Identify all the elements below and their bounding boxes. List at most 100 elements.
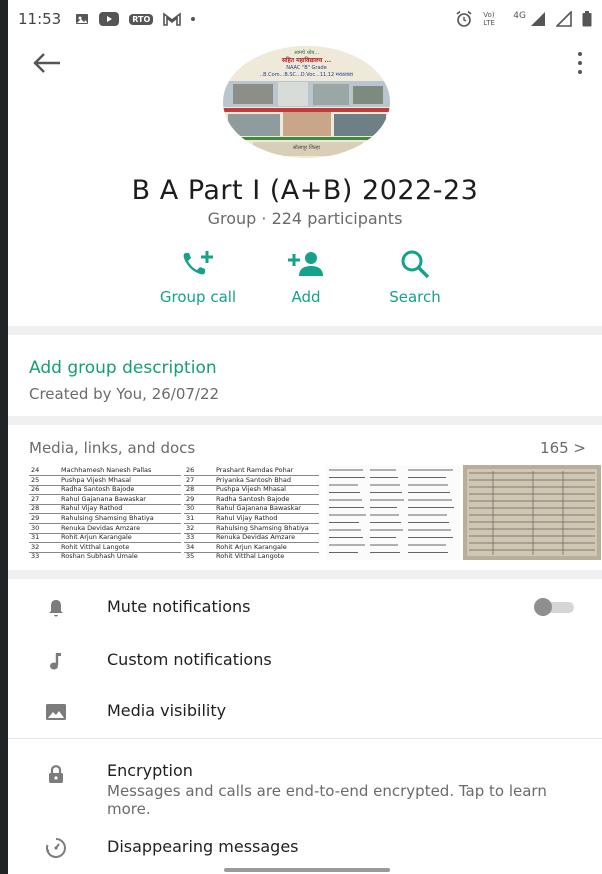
doc-row-number: 29	[186, 494, 195, 503]
add-label: Add	[291, 288, 321, 306]
more-options-icon[interactable]	[574, 50, 586, 76]
media-links-docs-header[interactable]: Media, links, and docs	[29, 439, 195, 457]
doc-row-name: Rahul Gajanana Bawaskar	[61, 494, 146, 503]
signal-icon-2	[556, 11, 572, 27]
media-thumbnail-doc-1[interactable]: 24 Machhamesh Nanesh Pallas 25 Pushpa Vijes…	[29, 465, 181, 560]
custom-notifications-label: Custom notifications	[107, 650, 272, 669]
doc-row-name: Priyanka Santosh Bhad	[216, 475, 291, 484]
avatar-courses: ..B.Com...B.SC...D.Voc...11,12 मराठवाडा	[259, 72, 354, 78]
doc-row-name: Radha Santosh Bajode	[61, 485, 135, 494]
group-participants: Group · 224 participants	[207, 209, 403, 228]
avatar-footer: सोलापूर जिल्हा	[293, 145, 320, 151]
music-note-icon	[50, 653, 61, 670]
handwritten-register-image	[463, 465, 601, 560]
group-call-label: Group call	[159, 288, 237, 306]
lock-icon	[49, 765, 63, 783]
mute-toggle[interactable]	[534, 598, 576, 616]
doc-row-name: Renuka Devidas Amzare	[61, 523, 141, 532]
add-participant-button[interactable]: Add	[251, 248, 361, 306]
doc-table-row: 35 Rohit Vitthal Langote	[184, 551, 319, 560]
doc-row-name: Rahul Gajanana Bawaskar	[216, 504, 301, 513]
signal-icon	[531, 12, 545, 26]
doc-row-number: 32	[186, 523, 195, 532]
image-icon	[46, 704, 66, 720]
disappearing-messages-label: Disappearing messages	[107, 837, 299, 856]
media-thumbnail-photo[interactable]	[463, 465, 601, 560]
encryption-title: Encryption	[107, 761, 193, 780]
toggle-knob	[534, 598, 552, 616]
doc-row-number: 29	[31, 514, 40, 522]
media-count-link[interactable]: 165 >	[540, 439, 586, 457]
created-by-text: Created by You, 26/07/22	[29, 385, 220, 403]
media-visibility-row[interactable]: Media visibility	[8, 692, 602, 732]
search-icon	[401, 250, 430, 279]
doc-row-name: Prashant Ramdas Pohar	[216, 466, 294, 474]
status-bar: 11:53 RTO Vo) LTE 4G	[8, 0, 602, 38]
search-label: Search	[389, 288, 441, 306]
doc-row-number: 30	[31, 523, 40, 532]
group-call-icon	[183, 251, 213, 275]
group-info-screen: 11:53 RTO Vo) LTE 4G आमचे ध्येय... सहित …	[8, 0, 602, 874]
media-thumbnail-doc-3[interactable]	[326, 465, 461, 560]
avatar-grade: NAAC "B" Grade	[286, 65, 327, 71]
doc-row-number: 28	[31, 504, 40, 513]
search-button[interactable]: Search	[360, 248, 470, 306]
doc-row-number: 28	[186, 485, 195, 494]
doc-row-number: 33	[31, 552, 40, 560]
back-arrow-icon[interactable]	[32, 52, 62, 74]
volte-label: Vo) LTE	[483, 11, 495, 27]
battery-icon	[582, 11, 592, 27]
dot-icon	[191, 17, 196, 21]
separator	[8, 326, 602, 335]
media-thumbnails: 24 Machhamesh Nanesh Pallas 25 Pushpa Vijes…	[29, 465, 602, 560]
alarm-icon	[456, 10, 472, 27]
disappearing-timer-icon	[46, 838, 66, 858]
bell-icon	[49, 600, 63, 617]
doc-row-name: Rohit Arjun Karangale	[216, 542, 287, 551]
status-time: 11:53	[18, 10, 62, 28]
system-icons: Vo) LTE 4G	[455, 10, 592, 28]
gallery-notification-icon	[76, 14, 89, 24]
doc-row-number: 26	[31, 485, 40, 494]
doc-row-name: Rahulsing Shamsing Bhatiya	[216, 523, 309, 532]
gesture-nav-handle[interactable]	[224, 868, 390, 872]
media-thumbnail-doc-2[interactable]: 26 Prashant Ramdas Pohar 27 Priyanka Santos…	[184, 465, 319, 560]
doc-row-name: Rahul Vijay Rathod	[61, 504, 123, 513]
doc-row-number: 27	[31, 494, 40, 503]
group-name: B A Part I (A+B) 2022-23	[131, 175, 479, 206]
rto-badge-icon: RTO	[129, 13, 154, 25]
youtube-icon	[99, 12, 120, 26]
doc-row-name: Roshan Subhash Umale	[61, 552, 138, 560]
doc-row-name: Pushpa Vijesh Mhasal	[216, 485, 286, 494]
doc-row-number: 34	[186, 542, 195, 551]
group-avatar[interactable]: आमचे ध्येय... सहित महाविद्यालय ... NAAC …	[223, 46, 390, 158]
doc-row-number: 33	[186, 533, 195, 542]
doc-row-number: 24	[31, 466, 40, 474]
doc-row-number: 32	[31, 542, 40, 551]
doc-row-number: 27	[186, 475, 195, 484]
group-call-button[interactable]: Group call	[143, 248, 253, 306]
doc-row-name: Pushpa Vijesh Mhasal	[61, 475, 131, 484]
doc-table-row: 33 Roshan Subhash Umale	[29, 551, 181, 560]
gmail-icon	[163, 12, 182, 26]
add-person-icon	[288, 252, 323, 276]
encryption-description: Messages and calls are end-to-end encryp…	[107, 782, 547, 818]
add-group-description-link[interactable]: Add group description	[29, 358, 217, 378]
doc-row-number: 26	[186, 466, 195, 474]
action-row: Group call Add Search	[8, 248, 602, 312]
doc-row-name: Radha Santosh Bajode	[216, 494, 290, 503]
doc-row-name: Rahul Vijay Rathod	[216, 514, 278, 522]
doc-row-number: 25	[31, 475, 40, 484]
mute-notifications-row[interactable]: Mute notifications	[8, 588, 602, 628]
doc-row-name: Machhamesh Nanesh Pallas	[61, 466, 152, 474]
text-document-image	[326, 465, 461, 560]
custom-notifications-row[interactable]: Custom notifications	[8, 641, 602, 681]
doc-row-number: 31	[186, 514, 195, 522]
avatar-college-name: सहित महाविद्यालय ...	[281, 57, 332, 64]
notification-icons: RTO	[75, 12, 196, 26]
mute-notifications-label: Mute notifications	[107, 597, 251, 616]
disappearing-messages-row[interactable]: Disappearing messages	[8, 828, 602, 868]
network-type: 4G	[513, 11, 526, 21]
doc-row-number: 31	[31, 533, 40, 542]
separator	[8, 416, 602, 425]
